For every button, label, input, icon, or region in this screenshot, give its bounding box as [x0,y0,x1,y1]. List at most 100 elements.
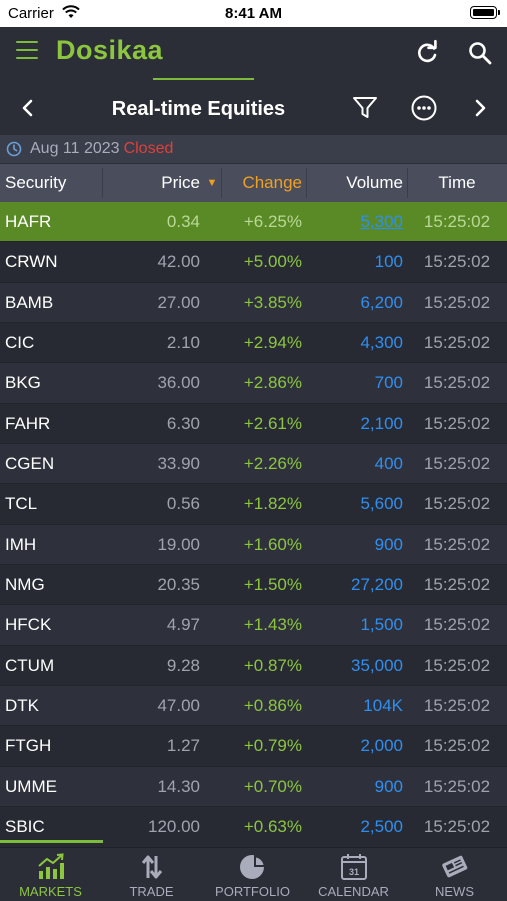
security-cell: CGEN [5,454,55,474]
time-cell: 15:25:02 [423,655,491,675]
price-cell: 1.27 [166,736,200,756]
sort-desc-icon[interactable]: ▼ [205,164,219,202]
time-cell: 15:25:02 [423,776,491,796]
col-volume[interactable]: Volume [308,164,403,202]
volume-cell: 2,500 [360,817,403,837]
col-security[interactable]: Security [5,164,66,202]
time-cell: 15:25:02 [423,696,491,716]
menu-icon[interactable] [16,41,38,63]
time-cell: 15:25:02 [423,373,491,393]
time-cell: 15:25:02 [423,615,491,635]
time-cell: 15:25:02 [423,454,491,474]
table-row[interactable]: UMME 14.30 +0.70% 900 15:25:02 [0,766,507,808]
chevron-right-icon[interactable] [466,94,494,122]
security-cell: HFCK [5,615,52,635]
volume-cell: 700 [374,373,403,393]
volume-cell: 104K [363,696,403,716]
table-row[interactable]: CRWN 42.00 +5.00% 100 15:25:02 [0,242,507,283]
change-cell: +0.70% [243,776,302,796]
volume-cell: 2,000 [360,736,403,756]
price-cell: 9.28 [166,655,200,675]
header-active-indicator [153,78,254,80]
table-row[interactable]: CGEN 33.90 +2.26% 400 15:25:02 [0,444,507,485]
tab-portfolio-label: PORTFOLIO [215,884,290,899]
col-divider [306,168,307,198]
security-cell: BAMB [5,292,54,312]
volume-cell: 4,300 [360,333,403,353]
time-cell: 15:25:02 [423,212,491,231]
volume-cell: 2,100 [360,413,403,433]
volume-cell: 35,000 [351,655,403,675]
table-row[interactable]: NMG 20.35 +1.50% 27,200 15:25:02 [0,565,507,606]
volume-cell: 6,200 [360,292,403,312]
tab-trade[interactable]: TRADE [101,848,202,901]
bottom-tab-bar: MARKETS TRADE PORTFOLIO 31 CALENDAR NEWS [0,847,507,901]
price-cell: 0.34 [166,212,200,231]
table-row[interactable]: BAMB 27.00 +3.85% 6,200 15:25:02 [0,282,507,324]
price-cell: 6.30 [166,413,200,433]
change-cell: +3.85% [243,292,302,312]
change-cell: +2.26% [243,454,302,474]
time-cell: 15:25:02 [423,494,491,514]
battery-tip [498,10,500,15]
search-icon[interactable] [466,39,494,67]
filter-icon[interactable] [351,94,379,122]
battery-icon [470,6,497,19]
tab-calendar-label: CALENDAR [318,884,389,899]
market-date: Aug 11 2023 Closed [30,140,173,158]
table-row[interactable]: DTK 47.00 +0.86% 104K 15:25:02 [0,686,507,727]
price-cell: 19.00 [157,534,200,554]
time-cell: 15:25:02 [423,575,491,595]
table-row[interactable]: FAHR 6.30 +2.61% 2,100 15:25:02 [0,403,507,445]
table-row[interactable]: CIC 2.10 +2.94% 4,300 15:25:02 [0,323,507,364]
security-cell: FTGH [5,736,52,756]
tab-news-label: NEWS [435,884,474,899]
table-row[interactable]: CTUM 9.28 +0.87% 35,000 15:25:02 [0,645,507,687]
volume-cell: 900 [374,776,403,796]
tab-calendar[interactable]: 31 CALENDAR [303,848,404,901]
page-title: Real-time Equities [111,98,286,120]
table-row[interactable]: BKG 36.00 +2.86% 700 15:25:02 [0,363,507,404]
price-cell: 42.00 [157,252,200,272]
security-cell: NMG [5,575,45,595]
change-cell: +0.87% [243,655,302,675]
col-divider [221,168,222,198]
time-cell: 15:25:02 [423,817,491,837]
time-cell: 15:25:02 [423,413,491,433]
date-text: Aug 11 2023 [30,140,120,157]
volume-cell: 400 [374,454,403,474]
tab-portfolio[interactable]: PORTFOLIO [202,848,303,901]
col-change[interactable]: Change [224,164,302,202]
tab-markets[interactable]: MARKETS [0,848,101,901]
table-row[interactable]: HFCK 4.97 +1.43% 1,500 15:25:02 [0,605,507,646]
change-cell: +0.63% [243,817,302,837]
col-time[interactable]: Time [410,164,504,202]
change-cell: +0.79% [243,736,302,756]
brand-logo: Dosikaa [56,35,164,65]
price-cell: 47.00 [157,696,200,716]
status-bar: Carrier 8:41 AM [0,0,507,27]
table-row[interactable]: HAFR 0.34 +6.25% 5,300 15:25:02 [0,202,507,243]
time-cell: 15:25:02 [423,292,491,312]
portfolio-pie-icon [240,855,266,879]
tab-trade-label: TRADE [129,884,174,899]
table-row[interactable]: IMH 19.00 +1.60% 900 15:25:02 [0,524,507,566]
col-price[interactable]: Price [104,164,200,202]
table-row[interactable]: TCL 0.56 +1.82% 5,600 15:25:02 [0,484,507,525]
title-bar: Real-time Equities [0,82,507,134]
app-header: Dosikaa [0,27,507,80]
volume-cell: 1,500 [360,615,403,635]
security-cell: HAFR [5,212,52,231]
tab-news[interactable]: NEWS [404,848,505,901]
trade-arrows-icon [141,855,163,879]
change-cell: +5.00% [243,252,302,272]
price-cell: 0.56 [166,494,200,514]
price-cell: 4.97 [166,615,200,635]
news-icon [442,855,468,878]
table-row[interactable]: FTGH 1.27 +0.79% 2,000 15:25:02 [0,726,507,767]
security-cell: DTK [5,696,39,716]
price-cell: 2.10 [166,333,200,353]
more-options-icon[interactable] [410,94,438,122]
clock-icon [6,141,22,157]
refresh-icon[interactable] [413,39,441,67]
